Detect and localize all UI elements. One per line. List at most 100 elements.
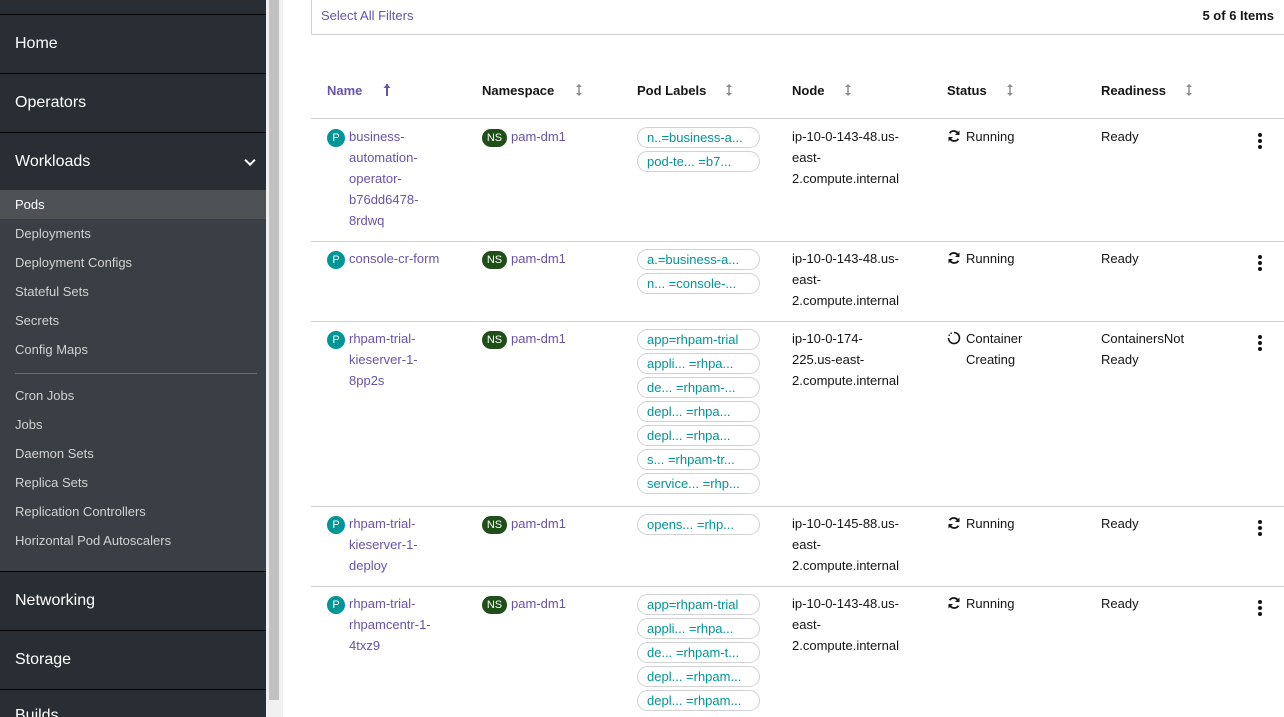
pod-name-link[interactable]: operator- — [349, 168, 402, 189]
pod-name-link[interactable]: b76dd6478- — [349, 189, 418, 210]
column-header-pod-labels[interactable]: Pod Labels — [637, 83, 706, 98]
row-divider — [311, 586, 1284, 587]
pod-label-chip[interactable]: appli... =rhpa... — [637, 618, 760, 639]
pod-name-link[interactable]: rhpam-trial- — [349, 593, 415, 614]
kebab-menu-icon[interactable] — [1256, 600, 1264, 616]
pod-badge: P — [327, 596, 345, 614]
sort-ascending-icon[interactable] — [383, 83, 391, 97]
pod-name-link[interactable]: rhpam-trial- — [349, 513, 415, 534]
nav-home[interactable]: Home — [0, 14, 266, 74]
nav-storage-label: Storage — [15, 651, 72, 668]
sidebar-item-daemon-sets[interactable]: Daemon Sets — [0, 439, 266, 468]
nav-storage[interactable]: Storage — [0, 631, 266, 690]
sidebar-item-replica-sets[interactable]: Replica Sets — [0, 468, 266, 497]
sort-icon[interactable] — [1006, 83, 1014, 97]
items-count: 5 of 6 Items — [1202, 8, 1274, 23]
status-text: Container — [966, 331, 1023, 346]
readiness-text: Ready — [1101, 129, 1139, 144]
sync-icon — [947, 596, 961, 610]
pod-label-chip[interactable]: a.=business-a... — [637, 249, 760, 270]
pod-label-chip[interactable]: appli... =rhpa... — [637, 353, 760, 374]
namespace-badge: NS — [482, 516, 507, 534]
readiness-text: ContainersNot — [1101, 331, 1185, 346]
pod-name-link[interactable]: rhpam-trial- — [349, 328, 415, 349]
column-header-status[interactable]: Status — [947, 83, 987, 98]
chevron-down-icon — [244, 154, 256, 166]
sort-icon[interactable] — [725, 83, 733, 97]
pod-label-chip[interactable]: service... =rhp... — [637, 473, 760, 494]
column-header-namespace[interactable]: Namespace — [482, 83, 554, 98]
namespace-link[interactable]: pam-dm1 — [511, 513, 566, 534]
pod-label-chip[interactable]: pod-te... =b7... — [637, 151, 760, 172]
sidebar-item-replication-controllers[interactable]: Replication Controllers — [0, 497, 266, 526]
nav-networking-label: Networking — [15, 592, 96, 609]
pod-name-link[interactable]: rhpamcentr-1- — [349, 614, 431, 635]
pod-label-chip[interactable]: n... =console-... — [637, 273, 760, 294]
sort-icon[interactable] — [1185, 83, 1193, 97]
pod-name-link[interactable]: automation- — [349, 147, 418, 168]
kebab-menu-icon[interactable] — [1256, 133, 1264, 149]
kebab-menu-icon[interactable] — [1256, 335, 1264, 351]
namespace-link[interactable]: pam-dm1 — [511, 593, 566, 614]
namespace-link[interactable]: pam-dm1 — [511, 328, 566, 349]
pod-name-link[interactable]: console-cr-form — [349, 248, 439, 269]
pod-label-chip[interactable]: depl... =rhpa... — [637, 401, 760, 422]
column-header-node[interactable]: Node — [792, 83, 825, 98]
select-all-filters-link[interactable]: Select All Filters — [321, 8, 413, 23]
pod-name-link[interactable]: deploy — [349, 555, 387, 576]
readiness-text: Ready — [1101, 596, 1139, 611]
pod-label-chip[interactable]: app=rhpam-trial — [637, 594, 760, 615]
sidebar-item-jobs[interactable]: Jobs — [0, 410, 266, 439]
sidebar-item-cron-jobs[interactable]: Cron Jobs — [0, 381, 266, 410]
status-text: Running — [966, 251, 1015, 266]
sidebar-item-stateful-sets[interactable]: Stateful Sets — [0, 277, 266, 306]
row-divider — [311, 506, 1284, 507]
nav-operators[interactable]: Operators — [0, 74, 266, 133]
pod-label-chip[interactable]: de... =rhpam-... — [637, 377, 760, 398]
nav-workloads[interactable]: Workloads — [0, 133, 266, 190]
sidebar-item-deployment-configs[interactable]: Deployment Configs — [0, 248, 266, 277]
pod-label-chip[interactable]: app=rhpam-trial — [637, 329, 760, 350]
kebab-menu-icon[interactable] — [1256, 255, 1264, 271]
readiness-text: Ready — [1101, 516, 1139, 531]
sidebar-item-config-maps[interactable]: Config Maps — [0, 335, 266, 364]
pod-label-chip[interactable]: depl... =rhpa... — [637, 425, 760, 446]
kebab-menu-icon[interactable] — [1256, 520, 1264, 536]
nav-builds-label: Builds — [15, 707, 59, 717]
table-row[interactable] — [311, 119, 1284, 120]
sync-icon — [947, 516, 961, 530]
pod-name-link[interactable]: kieserver-1- — [349, 534, 418, 555]
pod-name-link[interactable]: kieserver-1- — [349, 349, 418, 370]
node-name: east- — [792, 617, 821, 632]
pod-badge: P — [327, 129, 345, 147]
nav-builds[interactable]: Builds — [0, 690, 266, 717]
node-name: ip-10-0-143-48.us- — [792, 129, 899, 144]
column-header-name[interactable]: Name — [327, 83, 362, 98]
pod-label-chip[interactable]: opens... =rhp... — [637, 514, 760, 535]
sidebar-item-deployments[interactable]: Deployments — [0, 219, 266, 248]
sidebar-item-secrets[interactable]: Secrets — [0, 306, 266, 335]
sort-icon[interactable] — [844, 83, 852, 97]
readiness-text: Ready — [1101, 251, 1139, 266]
nav-home-label: Home — [15, 35, 58, 52]
pod-name-link[interactable]: business- — [349, 126, 405, 147]
sort-icon[interactable] — [575, 83, 583, 97]
scrollbar-thumb[interactable] — [269, 0, 279, 700]
namespace-link[interactable]: pam-dm1 — [511, 248, 566, 269]
pod-name-link[interactable]: 8pp2s — [349, 370, 384, 391]
pod-label-chip[interactable]: n..=business-a... — [637, 127, 760, 148]
pod-label-chip[interactable]: s... =rhpam-tr... — [637, 449, 760, 470]
node-name: ip-10-0-145-88.us- — [792, 516, 899, 531]
sidebar-item-horizontal-pod-autoscalers[interactable]: Horizontal Pod Autoscalers — [0, 526, 266, 555]
column-header-readiness[interactable]: Readiness — [1101, 83, 1166, 98]
pod-name-link[interactable]: 8rdwq — [349, 210, 384, 231]
pod-name-link[interactable]: 4txz9 — [349, 635, 380, 656]
pod-label-chip[interactable]: depl... =rhpam... — [637, 690, 760, 711]
pod-label-chip[interactable]: depl... =rhpam... — [637, 666, 760, 687]
sidebar-item-pods[interactable]: Pods — [0, 190, 266, 219]
node-name: 225.us-east- — [792, 352, 865, 367]
namespace-link[interactable]: pam-dm1 — [511, 126, 566, 147]
nav-networking[interactable]: Networking — [0, 572, 266, 631]
pod-label-chip[interactable]: de... =rhpam-t... — [637, 642, 760, 663]
namespace-badge: NS — [482, 129, 507, 147]
